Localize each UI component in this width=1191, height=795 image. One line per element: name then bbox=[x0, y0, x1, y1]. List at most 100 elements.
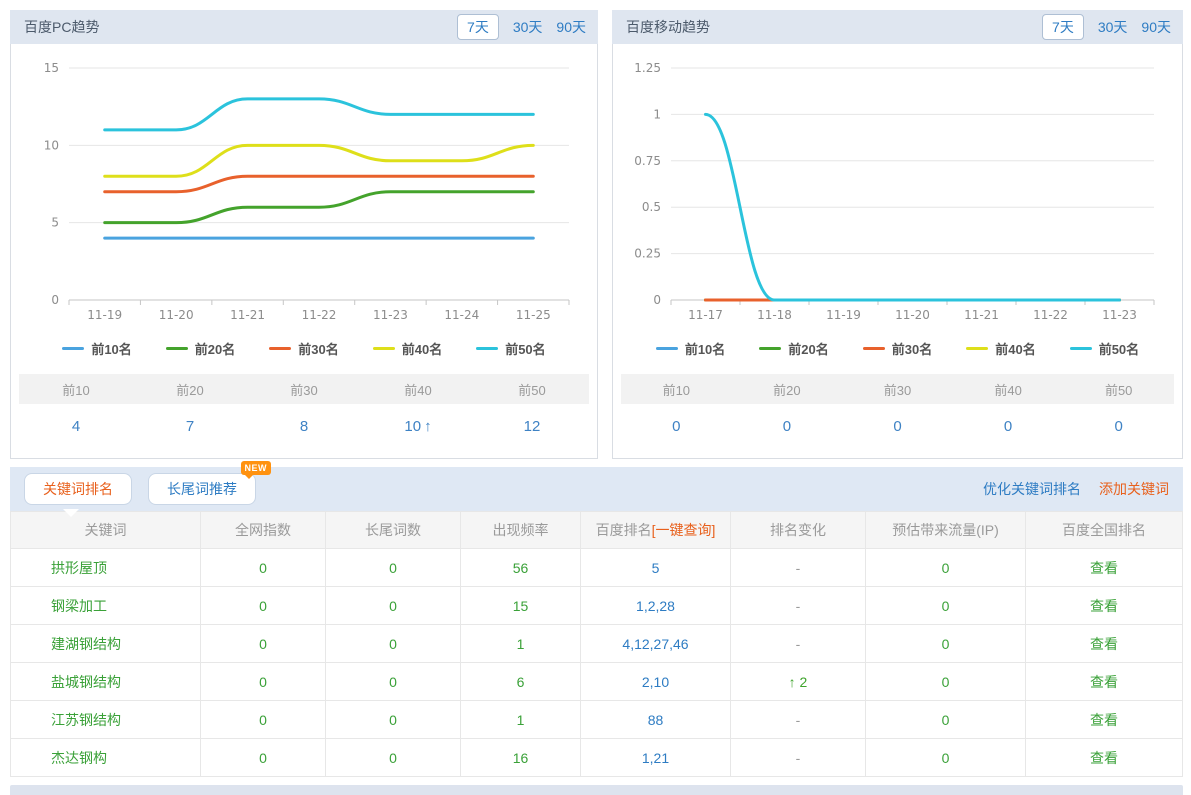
view-link[interactable]: 查看 bbox=[1090, 750, 1118, 766]
summary-value: 10↑ bbox=[361, 418, 475, 435]
frequency-cell: 1 bbox=[461, 625, 581, 663]
legend-item[interactable]: 前30名 bbox=[269, 339, 338, 358]
active-tab-pointer bbox=[63, 509, 79, 517]
legend-label: 前50名 bbox=[1099, 339, 1139, 358]
column-header: 百度全国排名 bbox=[1026, 512, 1183, 549]
keyword-table-body: 拱形屋顶00565-0查看钢梁加工00151,2,28-0查看建湖钢结构0014… bbox=[11, 549, 1183, 777]
baidu-rank-link[interactable]: 5 bbox=[652, 560, 660, 576]
legend-label: 前40名 bbox=[402, 339, 442, 358]
legend-line-swatch bbox=[373, 347, 395, 350]
pc-tab-90d[interactable]: 90天 bbox=[556, 17, 586, 37]
national-rank-cell: 查看 bbox=[1026, 625, 1183, 663]
tab-longtail-label: 长尾词推荐 bbox=[167, 481, 237, 497]
legend-item[interactable]: 前20名 bbox=[759, 339, 828, 358]
rank-change-cell: - bbox=[731, 701, 866, 739]
national-rank-cell: 查看 bbox=[1026, 549, 1183, 587]
summary-header: 前50 bbox=[475, 380, 589, 399]
keyword-links: 优化关键词排名 添加关键词 bbox=[983, 479, 1169, 499]
svg-text:11-25: 11-25 bbox=[516, 308, 551, 322]
mobile-tab-30d[interactable]: 30天 bbox=[1098, 17, 1128, 37]
baidu-rank-link[interactable]: 2,10 bbox=[642, 674, 669, 690]
column-header: 预估带来流量(IP) bbox=[866, 512, 1026, 549]
legend-item[interactable]: 前20名 bbox=[166, 339, 235, 358]
frequency-cell: 15 bbox=[461, 587, 581, 625]
view-link[interactable]: 查看 bbox=[1090, 598, 1118, 614]
mobile-trend-panel: 百度移动趋势 7天 30天 90天 00.250.50.7511.2511-17… bbox=[612, 10, 1183, 459]
one-click-query-link[interactable]: [一键查询] bbox=[652, 522, 716, 538]
view-link[interactable]: 查看 bbox=[1090, 712, 1118, 728]
traffic-cell: 0 bbox=[866, 625, 1026, 663]
baidu-rank-cell: 1,2,28 bbox=[581, 587, 731, 625]
mobile-summary-values: 00000 bbox=[621, 404, 1174, 448]
legend-line-swatch bbox=[966, 347, 988, 350]
mobile-trend-chart: 00.250.50.7511.2511-1711-1811-1911-2011-… bbox=[613, 54, 1180, 332]
svg-text:11-20: 11-20 bbox=[159, 308, 194, 322]
longtail-count-cell: 0 bbox=[326, 663, 461, 701]
new-badge: NEW bbox=[241, 461, 272, 475]
index-cell: 0 bbox=[201, 549, 326, 587]
optimize-keywords-link[interactable]: 优化关键词排名 bbox=[983, 479, 1081, 499]
mobile-tab-90d[interactable]: 90天 bbox=[1141, 17, 1171, 37]
rank-up-indicator: ↑ 2 bbox=[789, 674, 808, 690]
summary-value: 0 bbox=[1063, 418, 1174, 435]
svg-text:0.25: 0.25 bbox=[634, 247, 661, 261]
rank-change-cell: - bbox=[731, 587, 866, 625]
legend-item[interactable]: 前30名 bbox=[863, 339, 932, 358]
legend-item[interactable]: 前50名 bbox=[1070, 339, 1139, 358]
svg-text:0.75: 0.75 bbox=[634, 154, 661, 168]
svg-text:0: 0 bbox=[653, 293, 661, 307]
add-keyword-link[interactable]: 添加关键词 bbox=[1099, 479, 1169, 499]
tab-longtail-suggest[interactable]: 长尾词推荐 NEW bbox=[148, 473, 256, 505]
pc-tab-30d[interactable]: 30天 bbox=[513, 17, 543, 37]
longtail-count-cell: 0 bbox=[326, 549, 461, 587]
view-link[interactable]: 查看 bbox=[1090, 674, 1118, 690]
legend-line-swatch bbox=[759, 347, 781, 350]
summary-header: 前10 bbox=[621, 380, 732, 399]
keyword-tabs: 关键词排名 长尾词推荐 NEW bbox=[24, 473, 256, 505]
keyword-cell: 拱形屋顶 bbox=[11, 549, 201, 587]
longtail-count-cell: 0 bbox=[326, 739, 461, 777]
svg-text:11-17: 11-17 bbox=[688, 308, 723, 322]
mobile-tab-7d[interactable]: 7天 bbox=[1042, 14, 1084, 40]
svg-text:11-21: 11-21 bbox=[230, 308, 265, 322]
table-row: 钢梁加工00151,2,28-0查看 bbox=[11, 587, 1183, 625]
index-cell: 0 bbox=[201, 663, 326, 701]
baidu-rank-link[interactable]: 1,21 bbox=[642, 750, 669, 766]
svg-text:11-24: 11-24 bbox=[444, 308, 479, 322]
keyword-cell: 杰达钢构 bbox=[11, 739, 201, 777]
legend-item[interactable]: 前10名 bbox=[62, 339, 131, 358]
view-link[interactable]: 查看 bbox=[1090, 560, 1118, 576]
up-arrow-icon: ↑ bbox=[424, 418, 432, 435]
tab-keyword-rank[interactable]: 关键词排名 bbox=[24, 473, 132, 505]
pc-trend-title: 百度PC趋势 bbox=[24, 17, 99, 37]
baidu-rank-link[interactable]: 88 bbox=[648, 712, 664, 728]
summary-header: 前20 bbox=[133, 380, 247, 399]
longtail-count-cell: 0 bbox=[326, 701, 461, 739]
baidu-rank-cell: 1,21 bbox=[581, 739, 731, 777]
index-cell: 0 bbox=[201, 701, 326, 739]
baidu-rank-link[interactable]: 1,2,28 bbox=[636, 598, 675, 614]
legend-item[interactable]: 前50名 bbox=[476, 339, 545, 358]
legend-item[interactable]: 前40名 bbox=[966, 339, 1035, 358]
baidu-rank-cell: 88 bbox=[581, 701, 731, 739]
svg-text:11-18: 11-18 bbox=[757, 308, 792, 322]
traffic-cell: 0 bbox=[866, 739, 1026, 777]
baidu-rank-link[interactable]: 4,12,27,46 bbox=[622, 636, 688, 652]
svg-text:11-19: 11-19 bbox=[87, 308, 122, 322]
mobile-trend-title: 百度移动趋势 bbox=[626, 17, 710, 37]
svg-text:11-20: 11-20 bbox=[895, 308, 930, 322]
frequency-cell: 6 bbox=[461, 663, 581, 701]
legend-item[interactable]: 前10名 bbox=[656, 339, 725, 358]
legend-label: 前10名 bbox=[685, 339, 725, 358]
pc-tab-7d[interactable]: 7天 bbox=[457, 14, 499, 40]
summary-value: 4 bbox=[19, 418, 133, 435]
legend-label: 前20名 bbox=[195, 339, 235, 358]
view-link[interactable]: 查看 bbox=[1090, 636, 1118, 652]
dashboard-page: 百度PC趋势 7天 30天 90天 05101511-1911-2011-211… bbox=[0, 0, 1191, 795]
legend-line-swatch bbox=[863, 347, 885, 350]
legend-item[interactable]: 前40名 bbox=[373, 339, 442, 358]
svg-text:15: 15 bbox=[44, 61, 59, 75]
mobile-trend-body: 00.250.50.7511.2511-1711-1811-1911-2011-… bbox=[612, 44, 1183, 459]
pc-range-tabs: 7天 30天 90天 bbox=[457, 14, 586, 40]
national-rank-cell: 查看 bbox=[1026, 587, 1183, 625]
